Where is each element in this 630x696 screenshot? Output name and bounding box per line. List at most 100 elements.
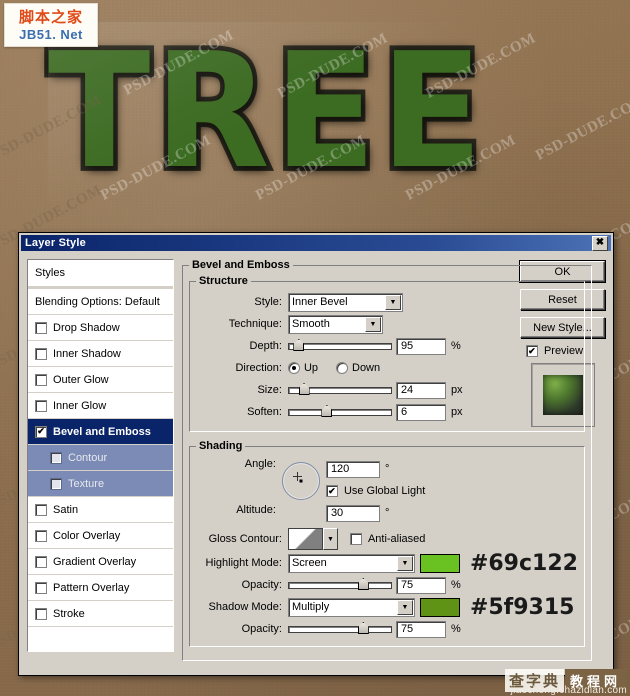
checkbox-satin[interactable] bbox=[35, 503, 47, 516]
angle-label: Angle: bbox=[244, 458, 276, 470]
depth-slider[interactable] bbox=[287, 339, 392, 353]
list-item-bevel-and-emboss[interactable]: ✔ Bevel and Emboss bbox=[28, 419, 173, 445]
list-item-blending-options[interactable]: Blending Options: Default bbox=[28, 289, 173, 315]
checkbox-pattern-overlay[interactable] bbox=[35, 581, 47, 594]
styles-header-label: Styles bbox=[35, 267, 65, 279]
checkbox-outer-glow[interactable] bbox=[35, 373, 47, 386]
list-item-label: Contour bbox=[68, 451, 108, 464]
styles-header-row[interactable]: Styles bbox=[28, 260, 173, 286]
styles-panel: Styles Blending Options: Default Drop Sh… bbox=[27, 259, 174, 661]
checkbox-anti-aliased[interactable] bbox=[349, 533, 362, 545]
list-item-outer-glow[interactable]: Outer Glow bbox=[28, 367, 173, 393]
layer-style-dialog[interactable]: Layer Style ✖ Styles Blending Options: D… bbox=[18, 232, 614, 676]
depth-slider-thumb[interactable] bbox=[293, 339, 305, 351]
list-item-color-overlay[interactable]: Color Overlay bbox=[28, 523, 173, 549]
angle-unit: ° bbox=[384, 463, 390, 475]
soften-slider[interactable] bbox=[287, 405, 392, 419]
list-item-label: Texture bbox=[68, 477, 105, 490]
shadow-opacity-input[interactable]: 75 bbox=[395, 620, 446, 638]
checkbox-use-global-light[interactable]: ✔ bbox=[325, 485, 338, 497]
radio-direction-down[interactable] bbox=[336, 362, 348, 374]
highlight-mode-value: Screen bbox=[291, 557, 327, 569]
highlight-opacity-unit: % bbox=[450, 579, 461, 591]
size-label: Size: bbox=[257, 384, 282, 396]
highlight-opacity-slider[interactable] bbox=[287, 578, 392, 592]
bevel-and-emboss-title: Bevel and Emboss bbox=[191, 259, 290, 271]
dialog-titlebar[interactable]: Layer Style ✖ bbox=[21, 235, 611, 251]
shading-left-labels: Angle: Altitude: bbox=[196, 456, 282, 526]
chevron-down-icon[interactable]: ▼ bbox=[364, 316, 381, 332]
style-select[interactable]: Inner Bevel ▼ bbox=[287, 292, 403, 312]
highlight-color-swatch[interactable] bbox=[419, 553, 460, 573]
soften-value: 6 bbox=[400, 406, 408, 418]
list-item-label: Inner Glow bbox=[53, 399, 107, 412]
list-item-label: Satin bbox=[53, 503, 79, 516]
radio-dot bbox=[291, 366, 296, 370]
shadow-mode-value: Multiply bbox=[291, 601, 330, 613]
shadow-hex-annotation: #5f9315 bbox=[469, 594, 575, 620]
gloss-contour-swatch[interactable] bbox=[287, 528, 323, 550]
list-item-label: Outer Glow bbox=[53, 373, 109, 386]
altitude-input[interactable]: 30 bbox=[325, 504, 380, 522]
checkbox-texture[interactable] bbox=[50, 477, 62, 490]
chevron-down-icon[interactable]: ▼ bbox=[396, 555, 413, 571]
chazidian-url: jiaocheng.chazidian.com bbox=[510, 685, 627, 696]
row-highlight-mode: Highlight Mode: Screen ▼ #69c122 bbox=[196, 551, 578, 576]
shadow-opacity-thumb[interactable] bbox=[357, 622, 369, 634]
list-item-stroke[interactable]: Stroke bbox=[28, 601, 173, 627]
size-slider[interactable] bbox=[287, 383, 392, 397]
list-item-inner-glow[interactable]: Inner Glow bbox=[28, 393, 173, 419]
checkbox-bevel-and-emboss[interactable]: ✔ bbox=[35, 425, 47, 438]
depth-value: 95 bbox=[400, 340, 414, 352]
altitude-unit: ° bbox=[384, 507, 390, 519]
checkbox-inner-shadow[interactable] bbox=[35, 347, 47, 360]
angle-dial[interactable] bbox=[281, 462, 320, 500]
soften-input[interactable]: 6 bbox=[395, 403, 446, 421]
blending-options-label: Blending Options: Default bbox=[35, 295, 160, 308]
checkbox-drop-shadow[interactable] bbox=[35, 321, 47, 334]
use-global-light-label: Use Global Light bbox=[343, 485, 426, 497]
checkbox-gradient-overlay[interactable] bbox=[35, 555, 47, 568]
checkbox-contour[interactable] bbox=[50, 451, 62, 464]
list-item-texture[interactable]: Texture bbox=[28, 471, 173, 497]
shadow-mode-select[interactable]: Multiply ▼ bbox=[287, 597, 415, 617]
row-use-global-light[interactable]: ✔ Use Global Light bbox=[325, 480, 578, 502]
shadow-opacity-slider[interactable] bbox=[287, 622, 392, 636]
list-item-inner-shadow[interactable]: Inner Shadow bbox=[28, 341, 173, 367]
chevron-down-icon[interactable]: ▼ bbox=[322, 528, 338, 550]
row-altitude: 30 ° bbox=[325, 502, 578, 524]
row-shadow-mode: Shadow Mode: Multiply ▼ #5f9315 bbox=[196, 594, 578, 620]
jb51-logo-en: JB51. Net bbox=[19, 26, 83, 42]
list-item-drop-shadow[interactable]: Drop Shadow bbox=[28, 315, 173, 341]
checkbox-color-overlay[interactable] bbox=[35, 529, 47, 542]
shadow-mode-label: Shadow Mode: bbox=[208, 601, 282, 613]
list-item-satin[interactable]: Satin bbox=[28, 497, 173, 523]
size-input[interactable]: 24 bbox=[395, 381, 446, 399]
style-select-value: Inner Bevel bbox=[291, 296, 348, 308]
list-item-label: Drop Shadow bbox=[53, 321, 120, 334]
radio-direction-up[interactable] bbox=[287, 362, 300, 374]
checkbox-stroke[interactable] bbox=[35, 607, 47, 620]
chevron-down-icon[interactable]: ▼ bbox=[396, 599, 413, 615]
depth-input[interactable]: 95 bbox=[395, 337, 446, 355]
shadow-color-swatch[interactable] bbox=[419, 597, 460, 617]
chevron-down-icon[interactable]: ▼ bbox=[384, 294, 401, 310]
list-item-contour[interactable]: Contour bbox=[28, 445, 173, 471]
close-icon[interactable]: ✖ bbox=[592, 235, 608, 251]
technique-select[interactable]: Smooth ▼ bbox=[287, 314, 383, 334]
list-item-label: Gradient Overlay bbox=[53, 555, 137, 568]
highlight-mode-select[interactable]: Screen ▼ bbox=[287, 553, 415, 573]
soften-slider-thumb[interactable] bbox=[321, 405, 333, 417]
gloss-contour-label: Gloss Contour: bbox=[208, 533, 282, 545]
styles-list-box: Styles Blending Options: Default Drop Sh… bbox=[27, 259, 174, 652]
list-item-gradient-overlay[interactable]: Gradient Overlay bbox=[28, 549, 173, 575]
highlight-opacity-thumb[interactable] bbox=[357, 578, 369, 590]
row-direction: Direction: Up Down bbox=[196, 357, 578, 379]
highlight-opacity-input[interactable]: 75 bbox=[395, 576, 446, 594]
angle-input[interactable]: 120 bbox=[325, 460, 380, 478]
list-item-label: Stroke bbox=[53, 607, 85, 620]
size-unit: px bbox=[450, 384, 463, 396]
size-slider-thumb[interactable] bbox=[298, 383, 310, 395]
checkbox-inner-glow[interactable] bbox=[35, 399, 47, 412]
list-item-pattern-overlay[interactable]: Pattern Overlay bbox=[28, 575, 173, 601]
